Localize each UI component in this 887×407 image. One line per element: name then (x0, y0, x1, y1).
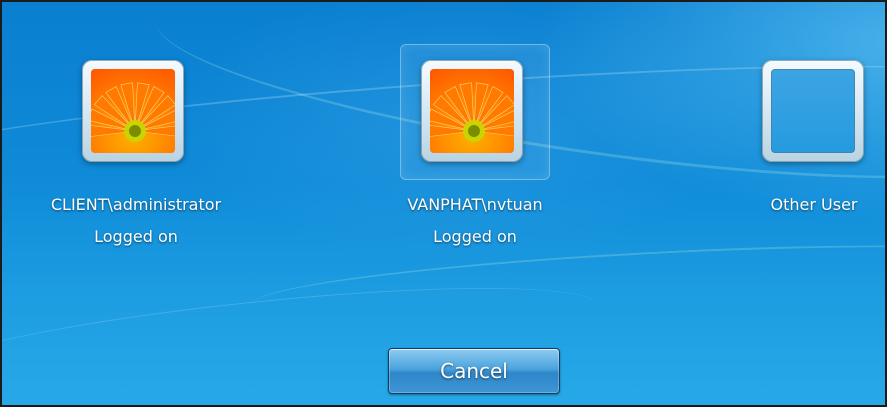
user-name: VANPHAT\nvtuan (407, 195, 543, 214)
user-status: Logged on (94, 227, 178, 246)
logon-screen: CLIENT\administrator Logged on VANPHAT\n… (0, 0, 887, 407)
user-name: CLIENT\administrator (50, 195, 222, 214)
user-picture[interactable] (762, 60, 864, 162)
background-light-streak (250, 231, 885, 335)
flower-picture-icon (430, 69, 514, 153)
flower-picture-icon (91, 69, 175, 153)
user-status: Logged on (433, 227, 517, 246)
cancel-button[interactable]: Cancel (388, 348, 560, 394)
empty-picture-icon (771, 69, 855, 153)
user-name: Other User (770, 195, 858, 214)
user-picture[interactable] (421, 60, 523, 162)
user-picture[interactable] (82, 60, 184, 162)
